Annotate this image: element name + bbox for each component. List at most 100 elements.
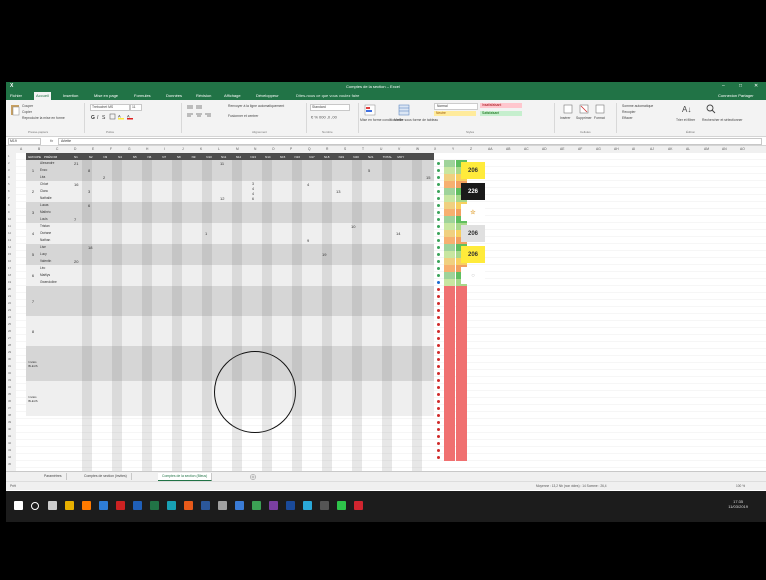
row-header[interactable]: 39 [8,420,11,424]
conditional-format-icon[interactable] [364,104,376,116]
font-name-select[interactable]: Trebuchet MS [90,104,130,111]
row-header[interactable]: 6 [8,189,10,193]
member-name[interactable]: Mathéo [40,210,70,214]
tab-developpeur[interactable]: Développeur [256,93,279,98]
column-header[interactable]: AB [506,147,510,151]
search-icon[interactable] [31,502,39,510]
group-number[interactable]: 3 [26,202,40,223]
maximize-button[interactable]: □ [739,83,742,89]
row-header[interactable]: 9 [8,210,10,214]
number-format-icons[interactable]: € % 000 ,0 ,00 [310,113,350,120]
cut-button[interactable]: Couper [22,104,33,108]
group-number[interactable]: 2 [26,181,40,202]
row-header[interactable]: 16 [8,259,11,263]
score-cell[interactable]: 10 [351,224,355,229]
column-header[interactable]: I [164,147,165,151]
row-header[interactable]: 7 [8,196,10,200]
row-header[interactable]: 22 [8,301,11,305]
word-icon[interactable] [201,501,210,510]
member-name[interactable]: Nathalie [40,196,70,200]
column-header[interactable]: H [146,147,148,151]
app-blue-icon[interactable] [235,501,244,510]
paste-icon[interactable] [10,104,20,116]
app-orange-icon[interactable] [184,501,193,510]
tab-fichier[interactable]: Fichier [10,93,22,98]
score-cell[interactable]: 9 [307,238,309,243]
tab-donnees[interactable]: Données [166,93,182,98]
row-header[interactable]: 26 [8,329,11,333]
member-name[interactable]: Maëlys [40,273,70,277]
sort-filter-label[interactable]: Trier et filtrer [676,118,695,122]
column-header[interactable]: D [74,147,76,151]
row-header[interactable]: 31 [8,364,11,368]
circled-cell[interactable]: 6 [252,197,254,201]
cells-icons[interactable] [562,104,610,114]
member-name[interactable]: Valentin [40,259,70,263]
row-header[interactable]: 19 [8,280,11,284]
row-header[interactable]: 4 [8,175,10,179]
style-bad[interactable]: Insatisfaisant [480,103,522,108]
font-size-select[interactable]: 11 [130,104,142,111]
column-header[interactable]: N [254,147,256,151]
row-header[interactable]: 2 [8,161,10,165]
row-header[interactable]: 14 [8,245,11,249]
score-cell[interactable]: 3 [88,189,90,194]
member-name[interactable]: Nathan [40,238,70,242]
column-header[interactable]: K [200,147,202,151]
find-select-label[interactable]: Rechercher et sélectionner [702,118,743,122]
app-teal-icon[interactable] [167,501,176,510]
column-header[interactable]: AJ [650,147,654,151]
score-cell[interactable]: 18 [88,245,92,250]
tab-revision[interactable]: Révision [196,93,211,98]
member-name[interactable]: Enzo [40,168,70,172]
firefox-icon[interactable] [82,501,91,510]
windows-icon[interactable] [14,501,23,510]
column-header[interactable]: W [416,147,419,151]
column-header[interactable]: Z [470,147,472,151]
score-cell[interactable]: 5 [368,168,370,173]
row-header[interactable]: 18 [8,273,11,277]
column-header[interactable]: G [128,147,131,151]
column-header[interactable]: AE [560,147,564,151]
row-header[interactable]: 3 [8,168,10,172]
score-cell[interactable]: 20 [74,259,78,264]
row-header[interactable]: 25 [8,322,11,326]
column-header[interactable]: F [110,147,112,151]
find-select-icon[interactable] [706,104,716,114]
score-cell[interactable]: 13 [336,189,340,194]
row-header[interactable]: 38 [8,413,11,417]
row-header[interactable]: 20 [8,287,11,291]
column-header[interactable]: AF [578,147,582,151]
row-header[interactable]: 34 [8,385,11,389]
excel-icon[interactable] [150,501,159,510]
zoom-level[interactable]: 100 % [736,484,745,488]
column-header[interactable]: AC [524,147,529,151]
column-header[interactable]: S [344,147,346,151]
score-cell[interactable]: 11 [220,161,224,166]
row-header[interactable]: 23 [8,308,11,312]
app-crimson-icon[interactable] [354,501,363,510]
edge-icon[interactable] [99,501,108,510]
group-number[interactable]: 5 [26,244,40,265]
tab-mise-en-page[interactable]: Mise en page [94,93,118,98]
taskbar-clock[interactable]: 17:35 11/03/2019 [728,499,748,509]
member-name[interactable]: Lucas [40,203,70,207]
score-cell[interactable]: 6 [88,203,90,208]
autosum-button[interactable]: Somme automatique [622,104,653,108]
score-cell[interactable]: 19 [322,252,326,257]
row-header[interactable]: 28 [8,343,11,347]
column-header[interactable]: AH [614,147,619,151]
merge-center-button[interactable]: Fusionner et centrer [228,114,258,118]
score-cell[interactable]: 16 [74,182,78,187]
row-header[interactable]: 37 [8,406,11,410]
group-number[interactable]: 1 [26,160,40,181]
app-cyan-icon[interactable] [303,501,312,510]
row-header[interactable]: 27 [8,336,11,340]
column-header[interactable]: E [92,147,94,151]
row-header[interactable]: 29 [8,350,11,354]
fx-icon[interactable]: fx [50,138,53,143]
tab-formules[interactable]: Formules [134,93,151,98]
group-number[interactable]: Invités BLEUS [26,381,40,416]
fill-button[interactable]: Recopier [622,110,636,114]
member-name[interactable]: Tristan [40,224,70,228]
